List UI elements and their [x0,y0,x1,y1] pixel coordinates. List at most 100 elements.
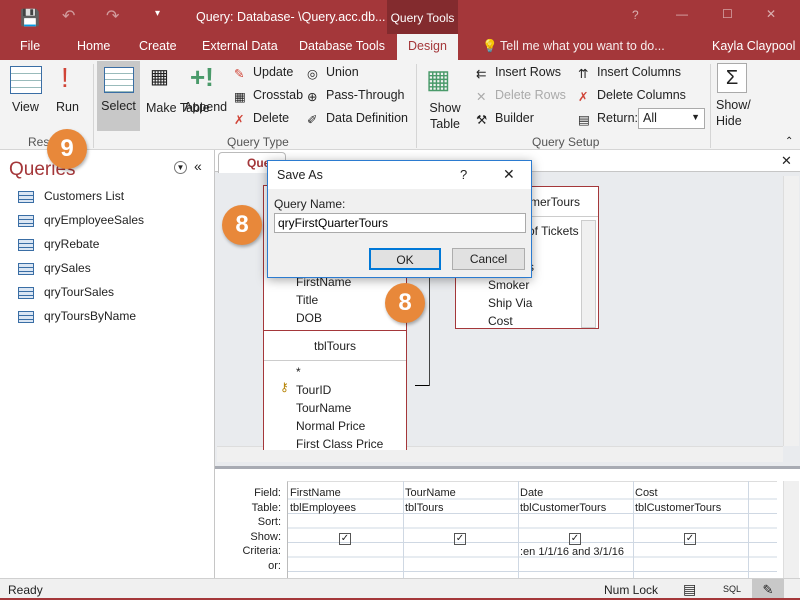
table-cell[interactable]: tblCustomerTours [520,502,606,514]
field-cell[interactable]: FirstName [290,487,341,499]
save-as-dialog: Save As ? ✕ Query Name: OK Cancel [267,160,532,278]
delete-rows-button: ✕ Delete Rows [476,88,566,104]
tell-me-search[interactable]: Tell me what you want to do... [500,39,665,53]
query-design-grid: Field: Table: Sort: Show: Criteria: or: … [215,466,800,581]
group-query-type: Query Type [227,135,289,149]
delete-button[interactable]: ✗ Delete [234,111,289,127]
pass-through-button[interactable]: ⊕ Pass-Through [307,88,405,104]
join-line [415,385,430,386]
view-button[interactable]: View [12,100,39,114]
insert-columns-button[interactable]: ⇈ Insert Columns [578,65,681,81]
show-table-icon: ▦ [426,64,451,94]
num-lock-indicator: Num Lock [604,583,659,597]
run-button[interactable]: Run [56,100,79,114]
nav-item[interactable]: qryEmployeeSales [18,213,144,227]
ok-button[interactable]: OK [369,248,441,270]
show-checkbox[interactable]: ✓ [569,533,581,545]
query-tools-context: Query Tools [387,0,458,34]
field-cell[interactable]: Cost [635,487,658,499]
query-icon [18,190,34,203]
collapse-nav-icon[interactable]: « [194,158,202,174]
cancel-button[interactable]: Cancel [452,248,525,270]
globe-icon: ⊕ [307,89,318,104]
show-checkbox[interactable]: ✓ [454,533,466,545]
vertical-scrollbar[interactable] [783,176,799,446]
sql-view-button[interactable]: SQL [723,584,741,594]
delete-columns-button[interactable]: ✗ Delete Columns [578,88,686,104]
nav-item[interactable]: qryToursByName [18,309,136,323]
view-icon[interactable] [10,66,42,94]
tab-create[interactable]: Create [139,39,177,53]
query-icon [18,310,34,323]
delete-query-icon: ✗ [234,112,245,127]
show-table-button[interactable]: Show Table [427,100,463,132]
join-line [429,275,430,386]
query-name-input[interactable] [274,213,526,233]
table-header: tblTours [264,331,406,361]
window-title: Query: Database- \Query.acc.db... [196,10,386,24]
step-callout: 9 [47,129,87,169]
redo-icon[interactable]: ↷ [106,6,119,26]
nav-menu-icon[interactable]: ▼ [174,161,187,174]
show-checkbox[interactable]: ✓ [684,533,696,545]
table-cell[interactable]: tblEmployees [290,502,356,514]
datasheet-view-icon[interactable]: ▤ [683,581,696,598]
table-scrollbar[interactable] [581,220,596,328]
customize-qat-icon[interactable]: ▾ [155,8,160,19]
tab-home[interactable]: Home [77,39,110,53]
insert-rows-icon: ⇇ [476,66,487,81]
title-bar: 💾 ↶ ↷ ▾ Query: Database- \Query.acc.db..… [0,0,800,34]
crosstab-button[interactable]: ▦ Crosstab [234,88,303,104]
user-name[interactable]: Kayla Claypool [712,39,795,53]
table-tblTours[interactable]: tblTours * ⚷ TourID TourName Normal Pric… [263,330,407,451]
union-button[interactable]: ◎ Union [307,65,359,81]
maximize-button[interactable]: ☐ [722,7,733,21]
data-definition-button[interactable]: ✐ Data Definition [307,111,408,127]
union-icon: ◎ [307,66,318,81]
minimize-button[interactable]: — [676,7,688,21]
table-cell[interactable]: tblCustomerTours [635,502,721,514]
delete-rows-icon: ✕ [476,89,487,104]
save-icon[interactable]: 💾 [20,8,40,28]
builder-icon: ⚒ [476,112,488,127]
nav-item[interactable]: Customers List [18,189,124,203]
select-button[interactable]: Select [97,61,140,131]
data-definition-icon: ✐ [307,112,318,127]
update-button[interactable]: ✎ Update [234,65,293,81]
chevron-down-icon: ▼ [691,112,700,122]
show-hide-button[interactable]: Show/ Hide [716,97,752,129]
query-icon [18,214,34,227]
table-cell[interactable]: tblTours [405,502,444,514]
collapse-ribbon-icon[interactable]: ⌃ [785,136,793,147]
tab-file[interactable]: File [20,39,40,53]
close-document-icon[interactable]: ✕ [781,153,792,169]
append-icon: +! [190,62,214,92]
nav-item[interactable]: qryTourSales [18,285,114,299]
query-name-label: Query Name: [274,197,346,211]
dialog-close-button[interactable]: ✕ [503,166,515,183]
help-button[interactable]: ? [632,8,639,22]
builder-button[interactable]: ⚒ Builder [476,111,534,127]
field-cell[interactable]: TourName [405,487,456,499]
tab-design[interactable]: Design [397,34,458,60]
insert-rows-button[interactable]: ⇇ Insert Rows [476,65,561,81]
nav-item[interactable]: qryRebate [18,237,99,251]
tab-external-data[interactable]: External Data [202,39,278,53]
close-button[interactable]: ✕ [766,7,776,21]
return-dropdown[interactable]: All ▼ [638,108,705,129]
totals-sigma-icon[interactable]: Σ [717,63,747,93]
step-callout: 8 [222,205,262,245]
grid-scrollbar[interactable] [783,481,799,579]
nav-item[interactable]: qrySales [18,261,91,275]
run-icon[interactable]: ! [61,62,69,94]
group-query-setup: Query Setup [532,135,600,149]
design-view-icon[interactable]: ✎ [752,579,784,600]
field-cell[interactable]: Date [520,487,543,499]
append-button[interactable]: Append [184,100,227,114]
show-checkbox[interactable]: ✓ [339,533,351,545]
undo-icon[interactable]: ↶ [62,6,75,26]
criteria-cell[interactable]: :en 1/1/16 and 3/1/16 [520,546,632,558]
tab-database-tools[interactable]: Database Tools [299,39,385,53]
crosstab-icon: ▦ [234,89,246,104]
dialog-help-button[interactable]: ? [460,167,467,182]
